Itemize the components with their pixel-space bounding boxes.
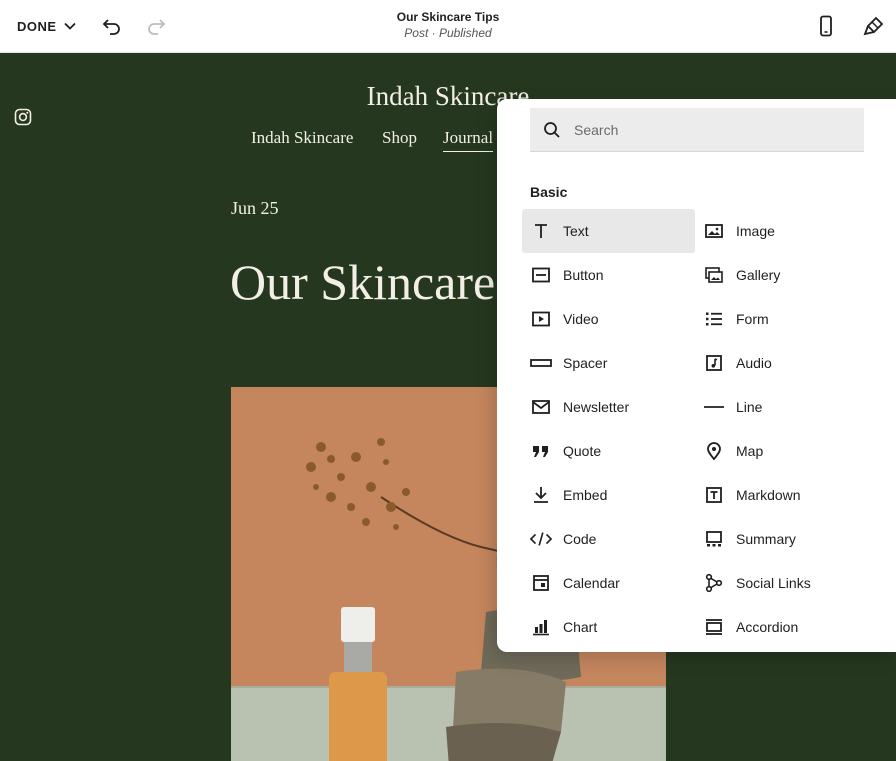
block-label: Calendar bbox=[563, 575, 620, 591]
gallery-icon bbox=[703, 264, 725, 286]
block-quote[interactable]: Quote bbox=[522, 429, 695, 473]
block-spacer[interactable]: Spacer bbox=[522, 341, 695, 385]
audio-icon bbox=[703, 352, 725, 374]
instagram-icon[interactable] bbox=[14, 108, 32, 126]
block-label: Line bbox=[736, 399, 763, 415]
paintbrush-icon bbox=[863, 16, 884, 36]
block-label: Embed bbox=[563, 487, 608, 503]
block-label: Audio bbox=[736, 355, 772, 371]
embed-icon bbox=[530, 484, 552, 506]
mobile-phone-icon bbox=[820, 15, 832, 37]
redo-icon bbox=[148, 19, 166, 35]
text-icon bbox=[530, 220, 552, 242]
block-label: Text bbox=[563, 223, 589, 239]
image-icon bbox=[703, 220, 725, 242]
redo-button[interactable] bbox=[143, 13, 169, 39]
block-map[interactable]: Map bbox=[695, 429, 868, 473]
page-status: Post · Published bbox=[404, 26, 492, 40]
chevron-down-icon bbox=[63, 22, 76, 30]
chart-icon bbox=[530, 616, 552, 638]
block-label: Map bbox=[736, 443, 764, 459]
spacer-icon bbox=[530, 352, 552, 374]
undo-button[interactable] bbox=[99, 13, 125, 39]
block-label: Summary bbox=[736, 531, 796, 547]
block-markdown[interactable]: Markdown bbox=[695, 473, 868, 517]
quote-icon bbox=[530, 440, 552, 462]
page-title-block: Our Skincare Tips Post · Published bbox=[348, 10, 548, 42]
block-video[interactable]: Video bbox=[522, 297, 695, 341]
summary-icon bbox=[703, 528, 725, 550]
block-label: Markdown bbox=[736, 487, 801, 503]
block-social-links[interactable]: Social Links bbox=[695, 561, 868, 605]
block-calendar[interactable]: Calendar bbox=[522, 561, 695, 605]
block-image[interactable]: Image bbox=[695, 209, 868, 253]
editor-toolbar: DONE Our Skincare Tips Post · Published bbox=[0, 0, 896, 53]
block-code[interactable]: Code bbox=[522, 517, 695, 561]
nav-link-home[interactable]: Indah Skincare bbox=[251, 128, 353, 148]
block-audio[interactable]: Audio bbox=[695, 341, 868, 385]
line-icon bbox=[703, 396, 725, 418]
block-summary[interactable]: Summary bbox=[695, 517, 868, 561]
button-icon bbox=[530, 264, 552, 286]
nav-link-journal[interactable]: Journal bbox=[443, 128, 494, 152]
video-icon bbox=[530, 308, 552, 330]
block-label: Accordion bbox=[736, 619, 799, 635]
page-title: Our Skincare Tips bbox=[396, 10, 500, 24]
done-label: DONE bbox=[17, 18, 57, 34]
block-label: Gallery bbox=[736, 267, 781, 283]
site-styles-button[interactable] bbox=[861, 13, 887, 39]
block-line[interactable]: Line bbox=[695, 385, 868, 429]
done-button[interactable]: DONE bbox=[17, 14, 77, 38]
envelope-icon bbox=[530, 396, 552, 418]
block-label: Video bbox=[563, 311, 599, 327]
add-block-panel: Basic Text Button Video Spacer Newslette… bbox=[497, 99, 896, 652]
post-date: Jun 25 bbox=[231, 198, 279, 218]
section-label-basic: Basic bbox=[530, 184, 568, 200]
block-label: Chart bbox=[563, 619, 598, 635]
markdown-icon bbox=[703, 484, 725, 506]
block-text[interactable]: Text bbox=[522, 209, 695, 253]
block-label: Quote bbox=[563, 443, 602, 459]
block-label: Code bbox=[563, 531, 597, 547]
block-search[interactable] bbox=[530, 108, 864, 152]
block-newsletter[interactable]: Newsletter bbox=[522, 385, 695, 429]
social-links-icon bbox=[703, 572, 725, 594]
block-accordion[interactable]: Accordion bbox=[695, 605, 868, 649]
nav-link-shop[interactable]: Shop bbox=[382, 128, 417, 148]
search-input[interactable] bbox=[574, 108, 854, 152]
code-icon bbox=[530, 528, 552, 550]
block-label: Image bbox=[736, 223, 775, 239]
map-pin-icon bbox=[703, 440, 725, 462]
form-icon bbox=[703, 308, 725, 330]
block-chart[interactable]: Chart bbox=[522, 605, 695, 649]
block-gallery[interactable]: Gallery bbox=[695, 253, 868, 297]
calendar-icon bbox=[530, 572, 552, 594]
block-label: Newsletter bbox=[563, 399, 630, 415]
undo-icon bbox=[102, 19, 120, 35]
block-button[interactable]: Button bbox=[522, 253, 695, 297]
block-embed[interactable]: Embed bbox=[522, 473, 695, 517]
block-label: Form bbox=[736, 311, 769, 327]
block-label: Spacer bbox=[563, 355, 608, 371]
mobile-preview-button[interactable] bbox=[813, 13, 839, 39]
search-icon bbox=[544, 122, 560, 138]
block-label: Button bbox=[563, 267, 604, 283]
block-form[interactable]: Form bbox=[695, 297, 868, 341]
accordion-icon bbox=[703, 616, 725, 638]
block-label: Social Links bbox=[736, 575, 811, 591]
